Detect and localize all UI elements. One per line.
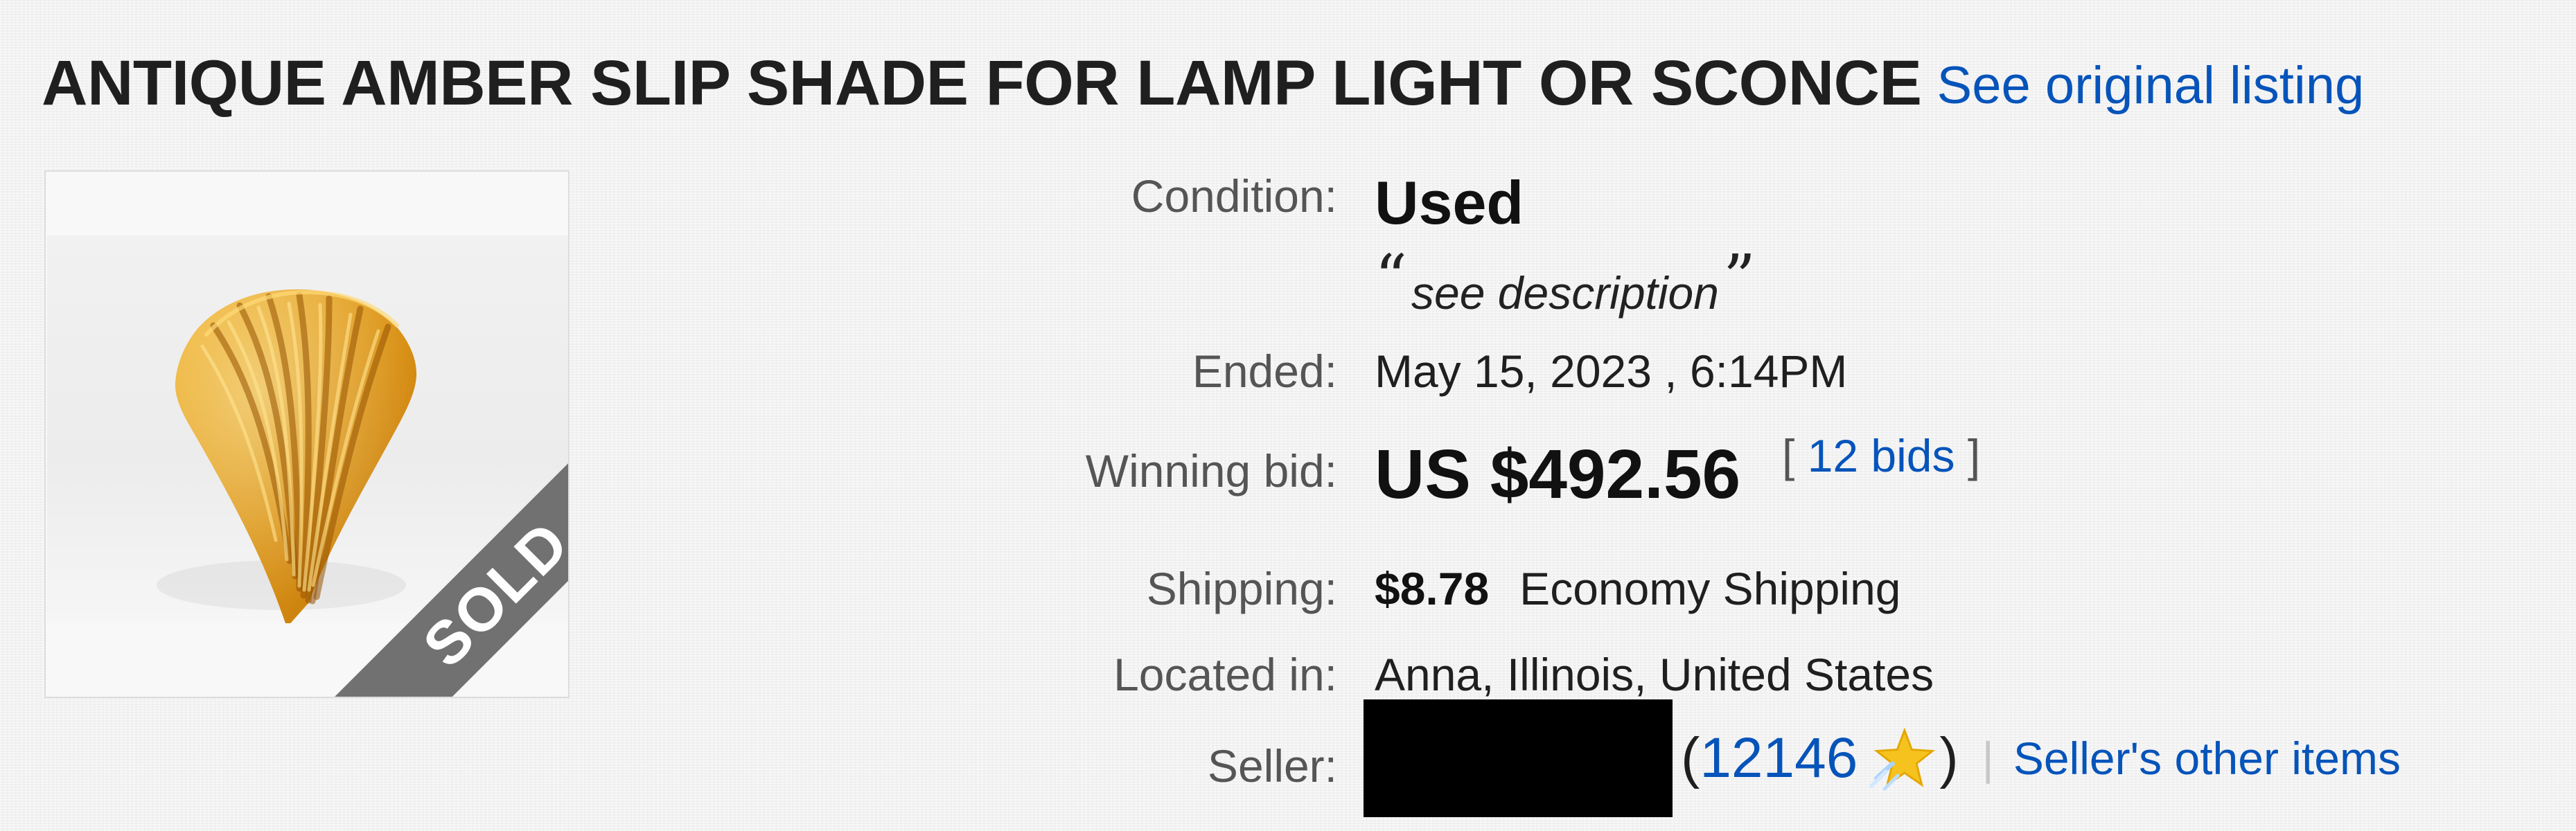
shipping-price: $8.78 — [1375, 563, 1490, 614]
seller-row: ( 12146 ) | Seller's other items — [1364, 699, 2401, 817]
title-row: ANTIQUE AMBER SLIP SHADE FOR LAMP LIGHT … — [42, 39, 2536, 115]
bids-close-bracket: ] — [1967, 430, 1981, 481]
see-original-listing-link[interactable]: See original listing — [1937, 60, 2365, 112]
seller-feedback: ( 12146 ) — [1681, 725, 1959, 792]
star-icon — [1869, 727, 1936, 791]
ended-label: Ended: — [1192, 346, 1337, 397]
seller-feedback-score[interactable]: 12146 — [1700, 730, 1858, 787]
seller-score-close: ) — [1939, 726, 1959, 789]
condition-label: Condition: — [1131, 170, 1337, 222]
open-quote: “ — [1375, 241, 1408, 315]
located-value: Anna, Illinois, United States — [1375, 649, 1934, 700]
listing-details: Condition: Used “ see description ” Ende… — [762, 159, 2522, 817]
ended-value: May 15, 2023 , 6:14PM — [1375, 346, 1848, 397]
condition-note: “ see description ” — [1375, 247, 1756, 316]
close-quote: ” — [1722, 241, 1756, 315]
bids-open-bracket: [ — [1782, 430, 1795, 481]
condition-value: Used — [1375, 168, 1524, 237]
bids-count: [ 12 bids ] — [1782, 429, 1980, 482]
bids-link[interactable]: 12 bids — [1808, 430, 1955, 481]
seller-name-redacted — [1364, 699, 1673, 817]
seller-divider: | — [1982, 733, 1994, 784]
seller-label: Seller: — [1207, 740, 1337, 792]
shipping-value: $8.78 Economy Shipping — [1375, 562, 1901, 615]
product-image-card[interactable]: SOLD — [44, 170, 570, 698]
located-label: Located in: — [1113, 649, 1337, 700]
page-title: ANTIQUE AMBER SLIP SHADE FOR LAMP LIGHT … — [42, 48, 1922, 118]
shipping-method: Economy Shipping — [1519, 563, 1901, 614]
seller-score-open: ( — [1681, 726, 1700, 789]
shipping-label: Shipping: — [1146, 563, 1337, 614]
sellers-other-items-link[interactable]: Seller's other items — [2013, 732, 2401, 785]
winning-bid-value: US $492.56 — [1375, 436, 1741, 513]
condition-note-text: see description — [1411, 267, 1719, 319]
winning-bid-label: Winning bid: — [1085, 445, 1337, 497]
